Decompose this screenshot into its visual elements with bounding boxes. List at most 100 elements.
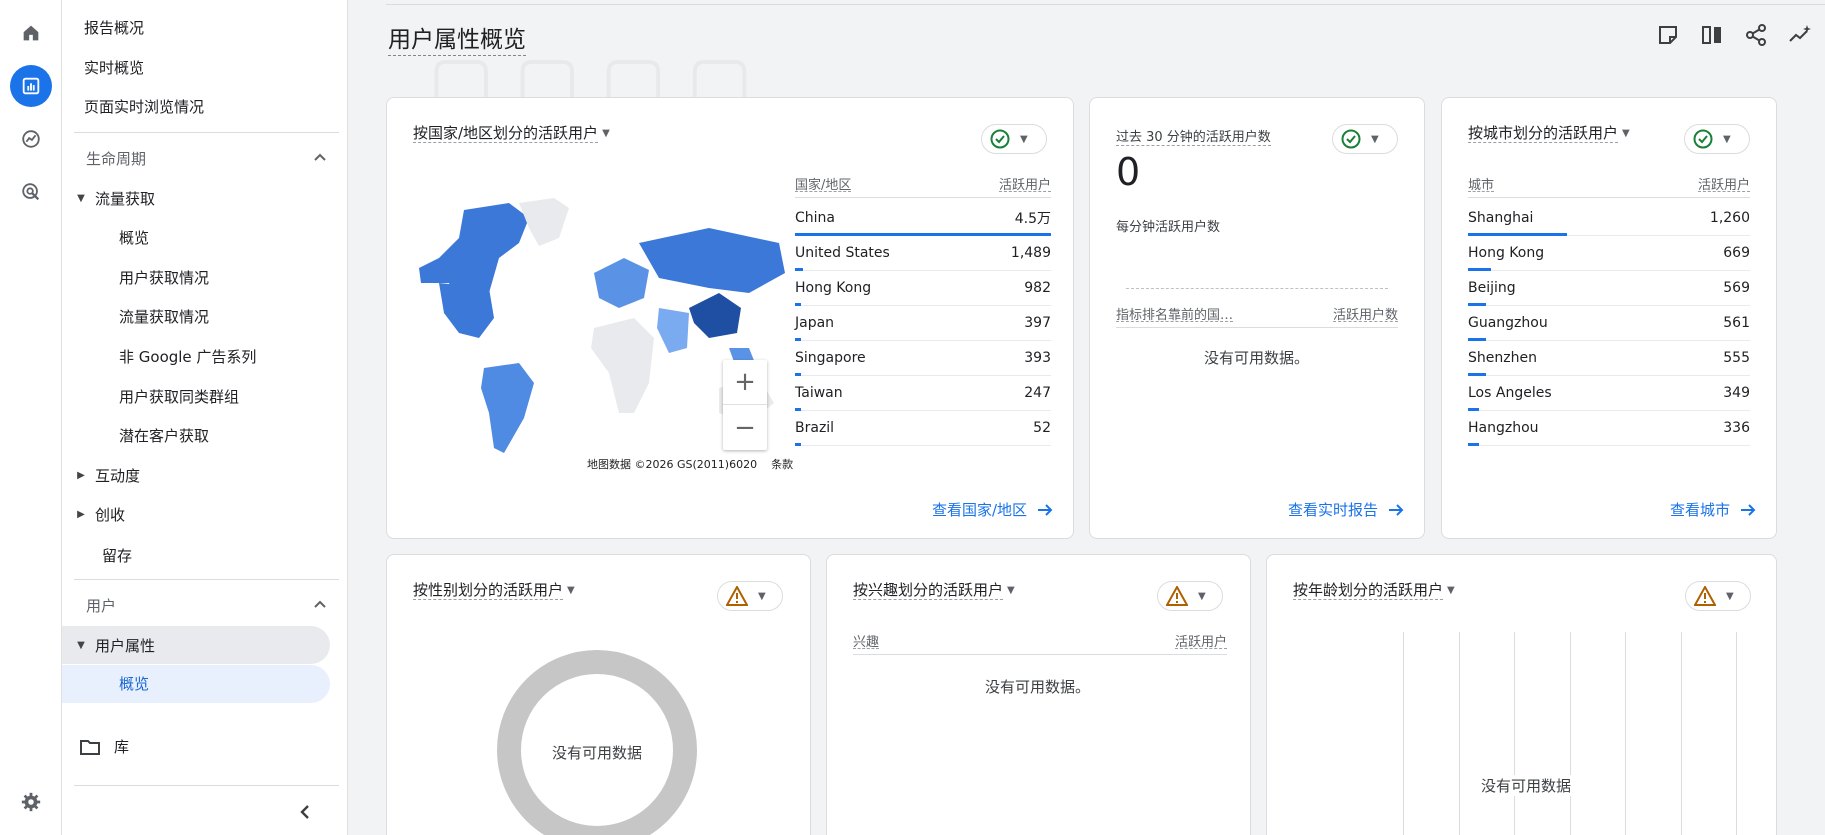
row-value: 52 xyxy=(1033,420,1051,436)
sparkline-baseline xyxy=(1126,288,1388,289)
nav-item-non-google-campaigns[interactable]: 非 Google 广告系列 xyxy=(119,346,256,367)
zoom-out-icon[interactable]: − xyxy=(723,405,767,450)
table-row[interactable]: Singapore 393 xyxy=(795,341,1051,376)
data-warning-button[interactable]: ▼ xyxy=(717,581,783,611)
caret-down-icon: ▼ xyxy=(77,192,85,204)
data-status-button[interactable]: ▼ xyxy=(1332,124,1398,154)
divider xyxy=(386,4,1825,5)
table-row[interactable]: Taiwan 247 xyxy=(795,376,1051,411)
gear-icon[interactable] xyxy=(10,781,52,823)
column-header-active-users[interactable]: 活跃用户 xyxy=(998,174,1051,193)
no-data-message: 没有可用数据。 xyxy=(1204,349,1310,367)
sidebar-link-report-overview[interactable]: 报告概况 xyxy=(84,17,144,38)
dropdown-icon: ▼ xyxy=(1622,128,1630,139)
nav-item-traffic-acquisition[interactable]: 流量获取情况 xyxy=(119,306,209,327)
empty-bar-grid xyxy=(1403,632,1737,835)
table-row[interactable]: Los Angeles 349 xyxy=(1468,376,1750,411)
row-value: 1,489 xyxy=(1010,245,1051,261)
share-icon[interactable] xyxy=(1743,22,1769,48)
row-name: Hong Kong xyxy=(795,280,872,296)
interest-card-title[interactable]: 按兴趣划分的活跃用户 ▼ xyxy=(853,579,1015,600)
dropdown-icon: ▼ xyxy=(602,128,610,139)
dropdown-icon: ▼ xyxy=(1723,133,1731,145)
gender-card-title[interactable]: 按性别划分的活跃用户 ▼ xyxy=(413,579,575,600)
reports-icon[interactable] xyxy=(10,65,52,107)
column-header-active-users[interactable]: 活跃用户 xyxy=(1174,631,1227,650)
table-row[interactable]: Shenzhen 555 xyxy=(1468,341,1750,376)
nav-item-acq-overview[interactable]: 概览 xyxy=(119,227,149,248)
nav-group-engagement-label: 互动度 xyxy=(95,466,141,485)
data-status-button[interactable]: ▼ xyxy=(981,124,1047,154)
sidebar-link-realtime-overview[interactable]: 实时概览 xyxy=(84,57,144,78)
table-row[interactable]: United States 1,489 xyxy=(795,236,1051,271)
row-name: Taiwan xyxy=(795,385,843,401)
toolbar xyxy=(1655,22,1813,48)
row-value: 397 xyxy=(1024,315,1051,331)
nav-item-retention[interactable]: 留存 xyxy=(102,545,132,566)
zoom-in-icon[interactable]: + xyxy=(723,360,767,405)
city-table-header: 城市 活跃用户 xyxy=(1468,174,1750,198)
table-row[interactable]: Guangzhou 561 xyxy=(1468,306,1750,341)
warning-icon xyxy=(1166,586,1188,606)
compare-icon[interactable] xyxy=(1699,22,1725,48)
column-header-top-country[interactable]: 指标排名靠前的国… xyxy=(1116,304,1234,323)
table-row[interactable]: Japan 397 xyxy=(795,306,1051,341)
nav-item-lead-acquisition[interactable]: 潜在客户获取 xyxy=(119,425,209,446)
dropdown-icon: ▼ xyxy=(1447,585,1455,596)
row-name: Shanghai xyxy=(1468,210,1534,226)
row-value: 555 xyxy=(1723,350,1750,366)
check-circle-icon xyxy=(1341,129,1361,149)
table-row[interactable]: Hong Kong 982 xyxy=(795,271,1051,306)
country-card-title[interactable]: 按国家/地区划分的活跃用户 ▼ xyxy=(413,122,610,143)
nav-group-engagement[interactable]: ▶ 互动度 xyxy=(62,456,140,494)
arrow-right-icon xyxy=(1741,503,1756,516)
dropdown-icon: ▼ xyxy=(758,590,766,602)
column-header-active-users[interactable]: 活跃用户 xyxy=(1697,174,1750,193)
nav-group-acquisition-label: 流量获取 xyxy=(95,189,156,208)
map-terms-link[interactable]: 条款 xyxy=(771,456,793,472)
interest-table-header: 兴趣 活跃用户 xyxy=(853,631,1227,655)
nav-item-acquisition-cohorts[interactable]: 用户获取同类群组 xyxy=(119,386,239,407)
table-row[interactable]: Beijing 569 xyxy=(1468,271,1750,306)
home-icon[interactable] xyxy=(10,12,52,54)
nav-item-user-attributes-overview[interactable]: 概览 xyxy=(62,665,330,703)
data-warning-button[interactable]: ▼ xyxy=(1157,581,1223,611)
advertising-icon[interactable] xyxy=(10,171,52,213)
table-row[interactable]: Hong Kong 669 xyxy=(1468,236,1750,271)
section-user[interactable]: 用户 xyxy=(74,585,339,625)
sidebar-link-realtime-pages[interactable]: 页面实时浏览情况 xyxy=(84,96,204,117)
country-table-header: 国家/地区 活跃用户 xyxy=(795,174,1051,198)
table-row[interactable]: Hangzhou 336 xyxy=(1468,411,1750,446)
nav-item-library[interactable]: 库 xyxy=(80,736,129,757)
column-header-active-users[interactable]: 活跃用户数 xyxy=(1332,304,1398,323)
realtime-card-title[interactable]: 过去 30 分钟的活跃用户数 xyxy=(1116,126,1271,146)
section-lifecycle[interactable]: 生命周期 xyxy=(74,138,339,178)
column-header-city[interactable]: 城市 xyxy=(1468,174,1495,193)
column-header-interest[interactable]: 兴趣 xyxy=(853,631,880,650)
view-realtime-link[interactable]: 查看实时报告 xyxy=(1288,499,1404,520)
collapse-sidebar-icon[interactable] xyxy=(298,804,312,824)
view-cities-link[interactable]: 查看城市 xyxy=(1670,499,1756,520)
note-icon[interactable] xyxy=(1655,22,1681,48)
data-warning-button[interactable]: ▼ xyxy=(1685,581,1751,611)
nav-item-user-acquisition[interactable]: 用户获取情况 xyxy=(119,267,209,288)
view-countries-link[interactable]: 查看国家/地区 xyxy=(932,499,1053,520)
row-proportion-bar xyxy=(1468,443,1480,446)
data-status-button[interactable]: ▼ xyxy=(1684,124,1750,154)
column-header-country[interactable]: 国家/地区 xyxy=(795,174,852,193)
table-row[interactable]: Shanghai 1,260 xyxy=(1468,201,1750,236)
explore-icon[interactable] xyxy=(10,118,52,160)
table-row[interactable]: Brazil 52 xyxy=(795,411,1051,446)
warning-icon xyxy=(726,586,748,606)
dropdown-icon: ▼ xyxy=(1198,590,1206,602)
map-attribution-text: 地图数据 ©2026 GS(2011)6020 xyxy=(587,458,758,471)
city-card-title[interactable]: 按城市划分的活跃用户 ▼ xyxy=(1468,122,1630,143)
nav-group-acquisition[interactable]: ▼ 流量获取 xyxy=(62,179,155,217)
nav-group-monetization[interactable]: ▶ 创收 xyxy=(62,495,125,533)
insights-icon[interactable] xyxy=(1787,22,1813,48)
row-value: 569 xyxy=(1723,280,1750,296)
row-value: 4.5万 xyxy=(1014,211,1051,227)
age-card-title[interactable]: 按年龄划分的活跃用户 ▼ xyxy=(1293,579,1455,600)
table-row[interactable]: China 4.5万 xyxy=(795,201,1051,236)
nav-group-user-attributes[interactable]: ▼ 用户属性 xyxy=(62,626,330,664)
